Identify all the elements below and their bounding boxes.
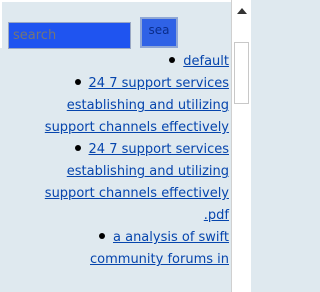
list-item: default bbox=[0, 51, 231, 73]
bullet-icon bbox=[74, 145, 81, 151]
result-link-support-services[interactable]: support channels effectively bbox=[45, 120, 229, 135]
result-link-default[interactable]: default bbox=[183, 54, 229, 69]
search-bar: sea bbox=[0, 0, 231, 49]
bullet-icon bbox=[99, 233, 105, 239]
result-link-support-services-pdf[interactable]: 24 7 support services bbox=[89, 142, 229, 157]
search-button[interactable]: sea bbox=[140, 17, 178, 48]
scroll-thumb[interactable] bbox=[234, 42, 249, 104]
list-item: 24 7 support services establishing and ut… bbox=[0, 73, 231, 139]
search-results-list: default 24 7 support services establishin… bbox=[0, 51, 231, 271]
result-link-swift-forums[interactable]: a analysis of swift bbox=[113, 230, 229, 245]
arrow-up-icon bbox=[236, 8, 247, 14]
result-link-support-services[interactable]: 24 7 support services bbox=[89, 76, 229, 91]
bullet-icon bbox=[169, 57, 176, 63]
result-link-support-services[interactable]: establishing and utilizing bbox=[67, 98, 229, 113]
result-link-swift-forums[interactable]: community forums in bbox=[90, 252, 229, 267]
search-input[interactable] bbox=[8, 22, 131, 49]
result-link-support-services-pdf[interactable]: support channels effectively bbox=[45, 186, 229, 201]
page-viewport: sea default 24 7 support services establi… bbox=[0, 0, 231, 292]
list-item: a analysis of swift community forums in bbox=[0, 227, 231, 271]
scroll-up-button[interactable] bbox=[232, 0, 251, 22]
list-item: 24 7 support services establishing and ut… bbox=[0, 139, 231, 227]
result-link-support-services-pdf[interactable]: establishing and utilizing bbox=[67, 164, 229, 179]
vertical-scrollbar[interactable] bbox=[231, 0, 251, 292]
bullet-icon bbox=[74, 79, 81, 85]
result-link-support-services-pdf[interactable]: .pdf bbox=[204, 208, 229, 223]
